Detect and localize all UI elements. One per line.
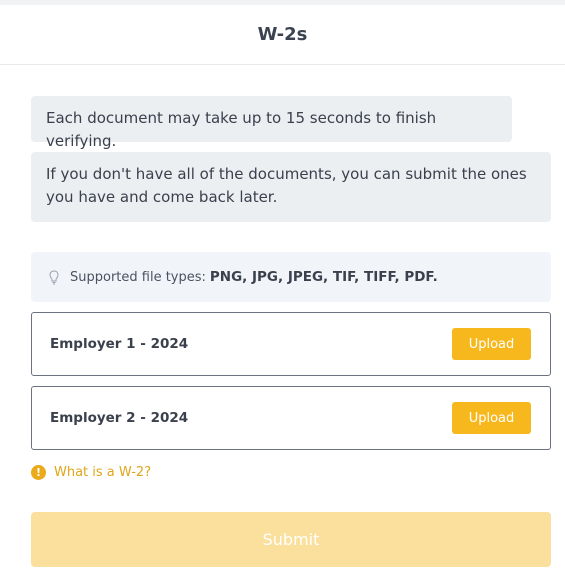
submit-button[interactable]: Submit	[31, 512, 551, 567]
what-is-w2-link[interactable]: ! What is a W-2?	[31, 465, 151, 480]
lightbulb-icon	[48, 269, 60, 285]
employer-2-upload-button[interactable]: Upload	[452, 402, 531, 434]
supported-file-types-banner: Supported file types: PNG, JPG, JPEG, TI…	[31, 252, 551, 302]
employer-2-row: Employer 2 - 2024 Upload	[31, 386, 551, 450]
file-types-label: Supported file types:	[70, 269, 206, 285]
file-types-list: PNG, JPG, JPEG, TIF, TIFF, PDF.	[209, 269, 438, 285]
partial-submission-note: If you don't have all of the documents, …	[31, 152, 551, 222]
employer-2-label: Employer 2 - 2024	[50, 410, 189, 426]
verification-note: Each document may take up to 15 seconds …	[31, 96, 512, 150]
page-title: W-2s	[257, 24, 308, 45]
info-icon: !	[31, 465, 46, 480]
employer-1-upload-button[interactable]: Upload	[452, 328, 531, 360]
employer-1-row: Employer 1 - 2024 Upload	[31, 312, 551, 376]
what-is-w2-label: What is a W-2?	[54, 465, 152, 480]
employer-1-label: Employer 1 - 2024	[50, 336, 189, 352]
page-header: W-2s	[0, 5, 565, 65]
